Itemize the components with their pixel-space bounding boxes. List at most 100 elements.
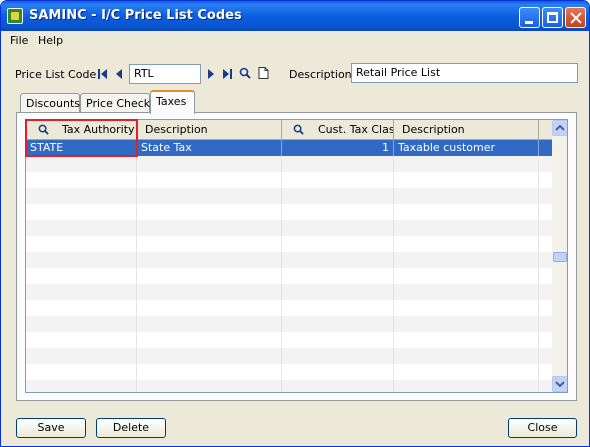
empty-cell[interactable] — [26, 364, 137, 380]
tab-price-check[interactable]: Price Check — [80, 93, 150, 113]
empty-cell[interactable] — [137, 268, 282, 284]
empty-cell[interactable] — [394, 364, 539, 380]
empty-row[interactable] — [26, 236, 552, 252]
empty-cell[interactable] — [26, 316, 137, 332]
empty-cell[interactable] — [137, 220, 282, 236]
empty-cell[interactable] — [282, 300, 394, 316]
empty-row[interactable] — [26, 204, 552, 220]
cell-tax-authority[interactable]: STATE — [26, 140, 137, 156]
scroll-thumb[interactable] — [553, 252, 567, 262]
menu-file[interactable]: File — [10, 34, 28, 47]
empty-cell[interactable] — [26, 300, 137, 316]
empty-row[interactable] — [26, 300, 552, 316]
menu-help[interactable]: Help — [38, 34, 63, 47]
empty-row[interactable] — [26, 348, 552, 364]
empty-cell[interactable] — [282, 364, 394, 380]
empty-cell[interactable] — [137, 252, 282, 268]
empty-cell[interactable] — [137, 332, 282, 348]
empty-cell[interactable] — [282, 252, 394, 268]
empty-cell[interactable] — [282, 316, 394, 332]
cell-cust-tax-class[interactable]: 1 — [282, 140, 394, 156]
tab-taxes[interactable]: Taxes — [150, 90, 195, 114]
empty-row[interactable] — [26, 332, 552, 348]
empty-cell[interactable] — [137, 236, 282, 252]
empty-cell[interactable] — [282, 172, 394, 188]
previous-record-icon[interactable] — [115, 69, 123, 79]
empty-cell[interactable] — [282, 332, 394, 348]
empty-cell[interactable] — [394, 316, 539, 332]
empty-cell[interactable] — [282, 220, 394, 236]
empty-cell[interactable] — [137, 348, 282, 364]
empty-cell[interactable] — [137, 300, 282, 316]
empty-cell[interactable] — [394, 268, 539, 284]
close-window-button[interactable] — [565, 7, 586, 28]
lookup-icon[interactable] — [293, 124, 304, 135]
vertical-scrollbar[interactable] — [552, 120, 567, 392]
col-header-class-description[interactable]: Description — [394, 120, 539, 140]
last-record-icon[interactable] — [221, 69, 233, 79]
empty-cell[interactable] — [394, 220, 539, 236]
save-button[interactable]: Save — [16, 418, 86, 438]
description-field[interactable]: Retail Price List — [351, 63, 578, 83]
first-record-icon[interactable] — [97, 69, 109, 79]
new-document-icon[interactable] — [258, 67, 269, 79]
empty-row[interactable] — [26, 156, 552, 172]
empty-cell[interactable] — [26, 156, 137, 172]
empty-cell[interactable] — [394, 332, 539, 348]
empty-cell[interactable] — [282, 236, 394, 252]
col-header-description[interactable]: Description — [137, 120, 282, 140]
empty-cell[interactable] — [394, 204, 539, 220]
empty-row[interactable] — [26, 268, 552, 284]
empty-cell[interactable] — [26, 236, 137, 252]
empty-row[interactable] — [26, 252, 552, 268]
lookup-icon[interactable] — [239, 67, 251, 79]
empty-cell[interactable] — [394, 284, 539, 300]
empty-cell[interactable] — [26, 252, 137, 268]
empty-row[interactable] — [26, 316, 552, 332]
empty-cell[interactable] — [394, 156, 539, 172]
close-button[interactable]: Close — [508, 418, 577, 438]
empty-cell[interactable] — [137, 188, 282, 204]
table-row[interactable]: STATE State Tax 1 Taxable customer — [26, 140, 552, 156]
empty-cell[interactable] — [282, 268, 394, 284]
title-bar[interactable]: SAMINC - I/C Price List Codes — [1, 1, 589, 31]
empty-cell[interactable] — [26, 204, 137, 220]
empty-cell[interactable] — [26, 348, 137, 364]
empty-cell[interactable] — [26, 172, 137, 188]
empty-row[interactable] — [26, 380, 552, 392]
empty-cell[interactable] — [394, 380, 539, 392]
lookup-icon[interactable] — [38, 124, 49, 135]
empty-cell[interactable] — [282, 380, 394, 392]
empty-cell[interactable] — [394, 172, 539, 188]
empty-cell[interactable] — [26, 188, 137, 204]
cell-description[interactable]: State Tax — [137, 140, 282, 156]
col-header-cust-tax-class[interactable]: Cust. Tax Class — [282, 120, 394, 140]
empty-row[interactable] — [26, 220, 552, 236]
empty-cell[interactable] — [394, 348, 539, 364]
empty-cell[interactable] — [282, 204, 394, 220]
price-list-code-field[interactable]: RTL — [129, 64, 201, 84]
empty-cell[interactable] — [394, 300, 539, 316]
empty-cell[interactable] — [394, 236, 539, 252]
empty-cell[interactable] — [26, 380, 137, 392]
tab-discounts[interactable]: Discounts — [20, 93, 80, 113]
empty-cell[interactable] — [137, 364, 282, 380]
empty-cell[interactable] — [26, 268, 137, 284]
scroll-up-button[interactable] — [552, 120, 567, 136]
empty-cell[interactable] — [137, 172, 282, 188]
empty-cell[interactable] — [394, 252, 539, 268]
col-header-tax-authority[interactable]: Tax Authority — [26, 120, 137, 140]
empty-cell[interactable] — [394, 188, 539, 204]
empty-row[interactable] — [26, 188, 552, 204]
empty-cell[interactable] — [282, 284, 394, 300]
empty-cell[interactable] — [26, 332, 137, 348]
minimize-button[interactable] — [519, 7, 540, 28]
empty-cell[interactable] — [137, 284, 282, 300]
empty-row[interactable] — [26, 284, 552, 300]
empty-cell[interactable] — [137, 156, 282, 172]
empty-cell[interactable] — [26, 220, 137, 236]
next-record-icon[interactable] — [207, 69, 215, 79]
empty-cell[interactable] — [282, 188, 394, 204]
empty-cell[interactable] — [137, 316, 282, 332]
maximize-button[interactable] — [542, 7, 563, 28]
